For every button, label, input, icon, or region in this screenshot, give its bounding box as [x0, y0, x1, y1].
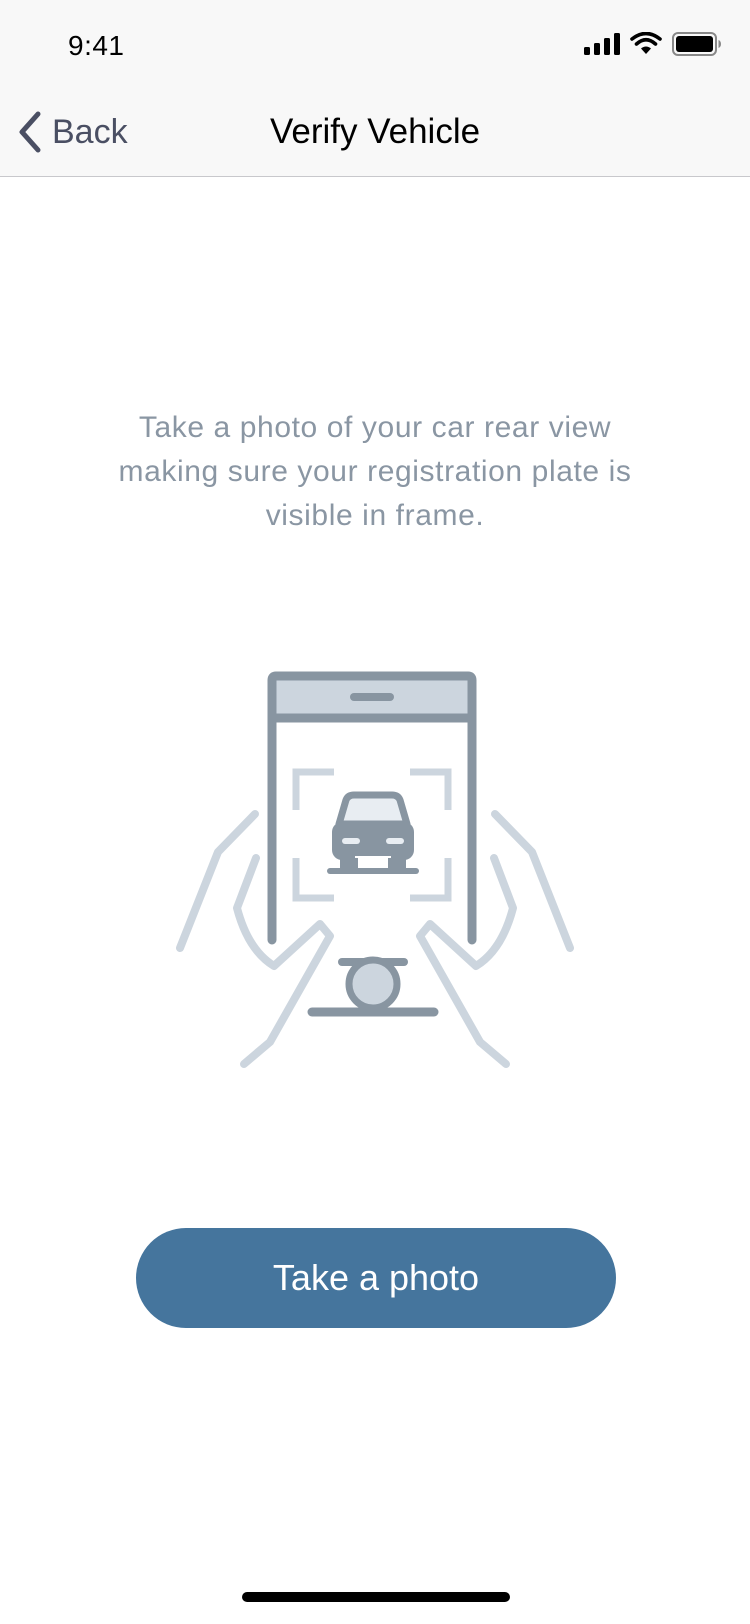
car-icon [327, 791, 419, 874]
phone-camera-car-illustration [176, 671, 574, 1068]
wifi-icon [630, 32, 662, 54]
status-icons [584, 32, 722, 56]
instruction-text: Take a photo of your car rear view makin… [118, 411, 632, 532]
right-hand-icon [416, 810, 574, 1068]
battery-icon [672, 32, 721, 56]
page-title: Verify Vehicle [269, 112, 481, 151]
cellular-signal-icon [584, 33, 620, 55]
left-hand-icon [176, 810, 334, 1068]
shutter-icon [307, 956, 439, 1017]
navigation-bar: 9:41 Back Verify Vehicle [0, 0, 750, 177]
take-photo-button[interactable]: Take a photo [136, 1228, 616, 1328]
home-indicator[interactable] [242, 1592, 510, 1602]
status-time: 9:41 [68, 30, 125, 61]
